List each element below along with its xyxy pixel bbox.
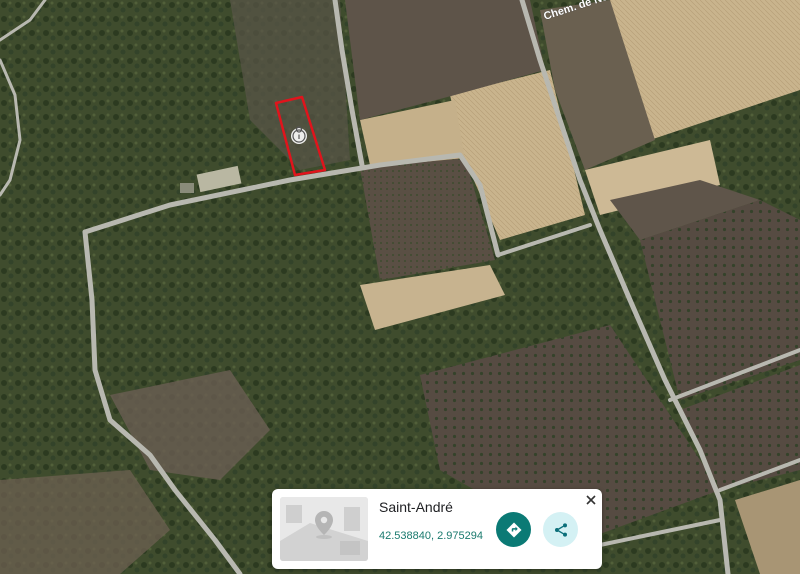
place-name: Saint-André	[379, 499, 453, 515]
place-coordinates[interactable]: 42.538840, 2.975294	[379, 530, 483, 542]
close-button[interactable]	[583, 492, 599, 508]
building	[180, 183, 194, 193]
location-placeholder-icon	[280, 497, 368, 561]
share-icon	[554, 522, 567, 537]
directions-button[interactable]	[496, 512, 531, 547]
place-card: Saint-André 42.538840, 2.975294	[272, 489, 602, 569]
satellite-map[interactable]: Chem. de Ne	[0, 0, 800, 574]
place-thumbnail[interactable]	[280, 497, 368, 561]
close-icon	[586, 495, 596, 505]
share-button[interactable]	[543, 512, 578, 547]
directions-icon	[506, 522, 521, 537]
